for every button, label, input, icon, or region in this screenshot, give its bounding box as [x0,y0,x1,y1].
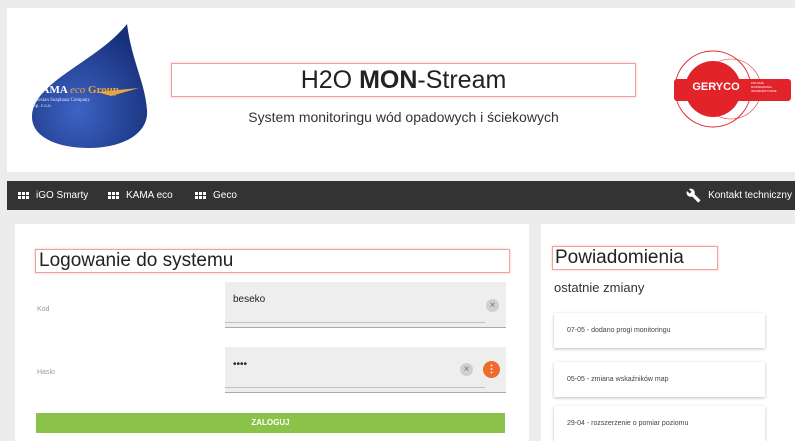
login-button[interactable]: ZALOGUJ [36,413,505,433]
clear-icon[interactable]: × [486,299,499,312]
logo-brand-text: KAMA eco Group [33,84,119,96]
geryco-tagline: POLSKIE ROZWIĄZANIA INFORMATYCZNE [751,81,777,93]
more-options-icon[interactable]: ⋮ [483,361,500,378]
field-underline [225,322,485,323]
field-underline [225,387,485,388]
geryco-name: GERYCO [692,81,740,93]
password-value: •••• [233,359,248,370]
nav-item-label: KAMA eco [126,190,173,201]
grid-icon [18,191,29,200]
logo-brand-subtext: Silesian Soapbaza Company Sp. z o.o. [33,98,90,109]
code-field[interactable]: beseko × [225,282,506,328]
grid-icon [195,191,206,200]
notifications-subtitle: ostatnie zmiany [554,280,645,295]
notifications-title: Powiadomienia [552,246,718,270]
page-subtitle: System monitoringu wód opadowych i ściek… [248,109,559,125]
code-value: beseko [233,294,266,305]
nav-item-igo-smarty[interactable]: iGO Smarty [18,181,88,210]
password-field[interactable]: •••• × ⋮ [225,347,506,393]
login-panel: Logowanie do systemu Kod beseko × Haslo … [15,224,529,441]
nav-item-label: Kontakt techniczny [708,190,792,201]
nav-item-kama-eco[interactable]: KAMA eco [108,181,173,210]
notification-item[interactable]: 05-05 - zmiana wskaźników map [554,362,765,397]
wrench-icon [686,188,701,203]
grid-icon [108,191,119,200]
password-label: Haslo [37,369,55,376]
notification-item[interactable]: 07-05 - dodano progi monitoringu [554,313,765,348]
nav-item-geco[interactable]: Geco [195,181,237,210]
notifications-panel: Powiadomienia ostatnie zmiany 07-05 - do… [541,224,795,441]
nav-item-contact[interactable]: Kontakt techniczny [686,181,792,210]
top-navbar: iGO Smarty KAMA eco Geco Kontakt technic… [7,181,795,210]
nav-item-label: Geco [213,190,237,201]
login-title: Logowanie do systemu [35,249,510,273]
page-title: H2O MON-Stream [171,63,636,97]
clear-icon[interactable]: × [460,363,473,376]
notification-item[interactable]: 29-04 - rozszerzenie o pomiar poziomu [554,406,765,441]
nav-item-label: iGO Smarty [36,190,89,201]
page-header: KAMA eco Group Silesian Soapbaza Company… [7,8,795,172]
code-label: Kod [37,306,50,313]
